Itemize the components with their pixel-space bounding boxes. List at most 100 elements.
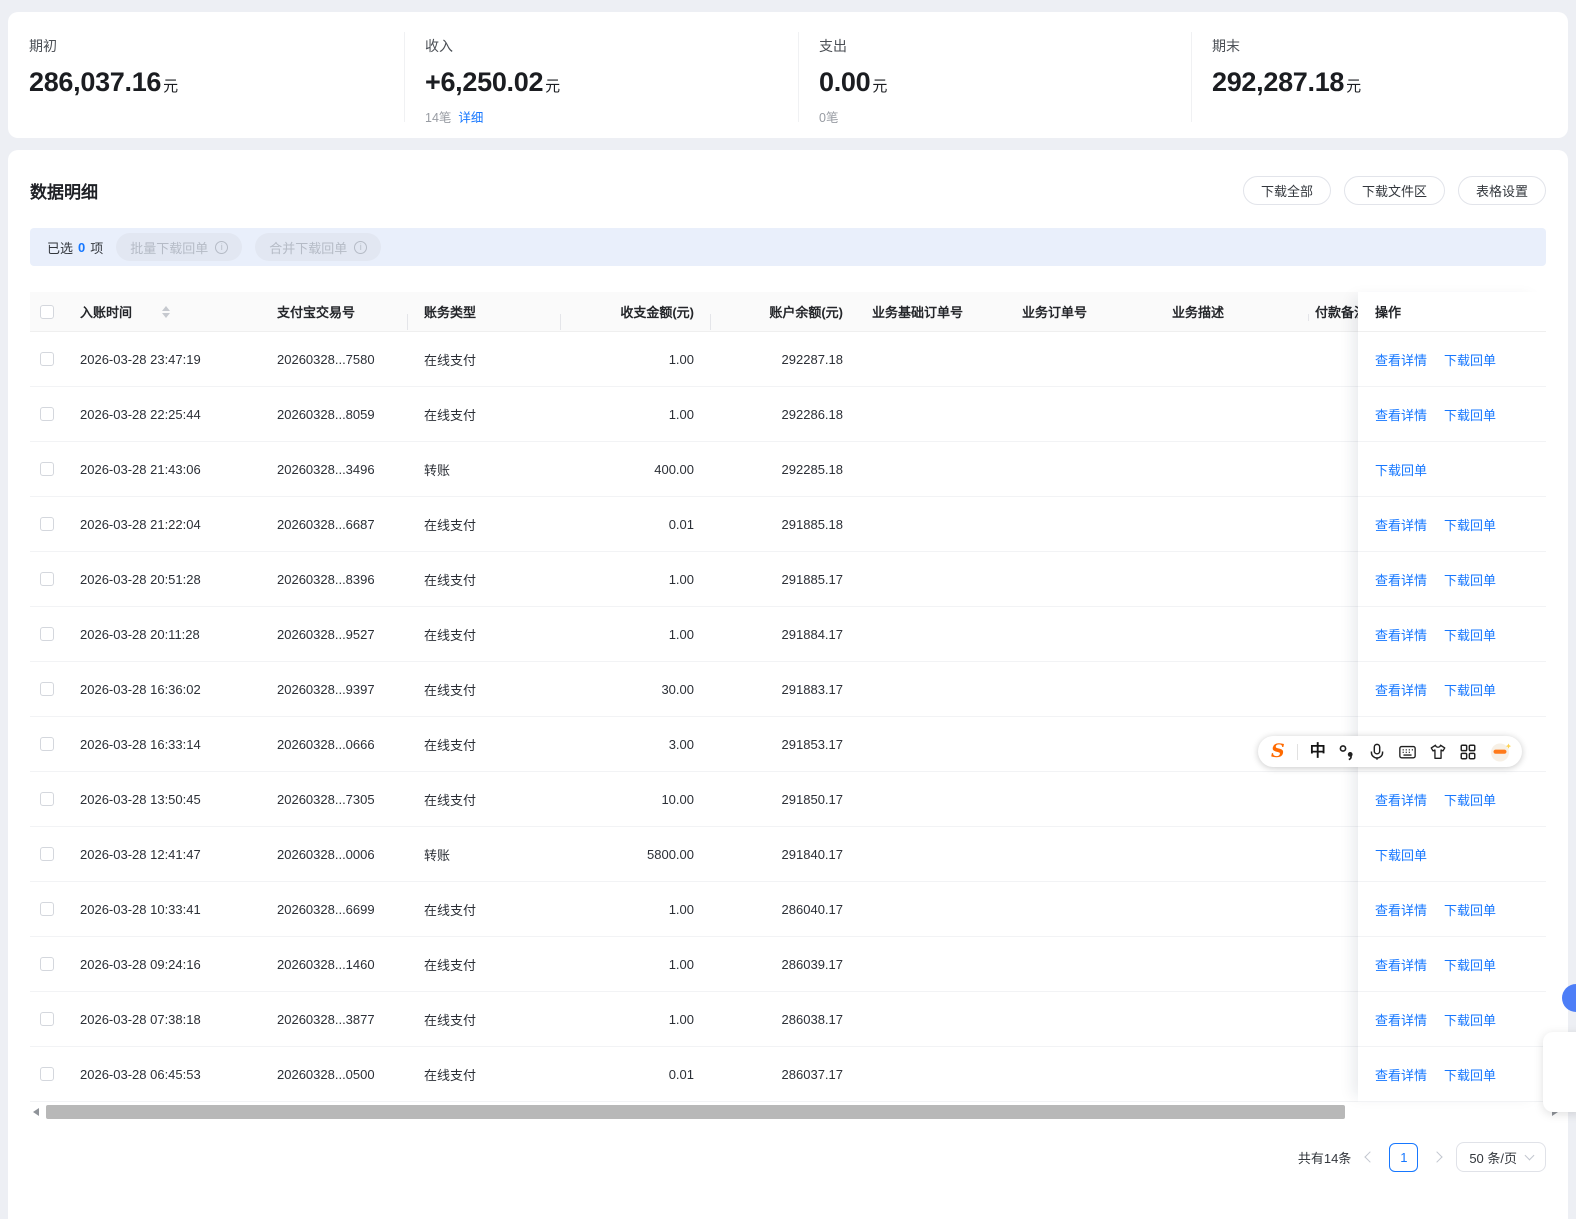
emoji-badge-icon[interactable] [1489,741,1513,763]
table-row: 2026-03-28 09:24:16 20260328...1460 在线支付… [30,937,1546,992]
summary-value: 0.00 元 [819,67,1191,98]
cell-time: 2026-03-28 23:47:19 [80,351,201,367]
table-row: 2026-03-28 22:25:44 20260328...8059 在线支付… [30,387,1546,442]
cell-time: 2026-03-28 21:22:04 [80,516,201,532]
selected-prefix: 已选 [47,240,74,256]
row-checkbox[interactable] [40,682,54,696]
cell-balance: 291850.17 [781,791,843,807]
summary-amount: 292,287.18 [1212,67,1345,97]
view-detail-link[interactable]: 查看详情 [1375,1065,1427,1084]
row-checkbox[interactable] [40,572,54,586]
table-row: 2026-03-28 06:45:53 20260328...0500 在线支付… [30,1047,1546,1102]
download-receipt-link[interactable]: 下载回单 [1444,955,1496,974]
table-body: 2026-03-28 23:47:19 20260328...7580 在线支付… [30,332,1546,1102]
cell-transaction-id: 20260328...0666 [277,736,375,752]
sogou-logo-icon[interactable]: S [1271,742,1285,761]
page-number-button[interactable]: 1 [1389,1142,1419,1172]
selected-suffix: 项 [90,240,104,256]
row-checkbox[interactable] [40,737,54,751]
cell-amount: 10.00 [661,791,694,807]
download-receipt-link[interactable]: 下载回单 [1444,625,1496,644]
summary-value: +6,250.02 元 [425,67,798,98]
scrollbar-thumb[interactable] [46,1105,1345,1119]
row-checkbox[interactable] [40,1012,54,1026]
row-checkbox[interactable] [40,407,54,421]
currency-unit: 元 [1346,78,1361,95]
cell-balance: 291883.17 [781,681,843,697]
cell-balance: 291853.17 [781,736,843,752]
floating-widget-panel[interactable] [1543,1032,1576,1112]
action-cell: 查看详情下载回单 [1358,937,1546,992]
view-detail-link[interactable]: 查看详情 [1375,900,1427,919]
download-receipt-link[interactable]: 下载回单 [1444,405,1496,424]
download-file-area-button[interactable]: 下载文件区 [1343,176,1445,205]
cell-balance: 291885.17 [781,571,843,587]
ime-toolbar: S 中 [1258,736,1522,767]
download-all-button[interactable]: 下载全部 [1242,176,1331,205]
total-count-text: 共有14条 [1297,1150,1352,1166]
page-size-select[interactable]: 50 条/页 [1456,1142,1546,1172]
cell-transaction-id: 20260328...6699 [277,901,375,917]
microphone-icon[interactable] [1368,743,1386,761]
view-detail-link[interactable]: 查看详情 [1375,405,1427,424]
row-checkbox[interactable] [40,462,54,476]
summary-amount: 286,037.16 [29,67,162,97]
row-checkbox[interactable] [40,902,54,916]
scroll-left-arrow-icon[interactable] [33,1108,39,1116]
toolbox-grid-icon[interactable] [1459,743,1477,761]
column-header-time[interactable]: 入账时间 [77,302,262,321]
summary-value: 292,287.18 元 [1212,67,1568,98]
view-detail-link[interactable]: 查看详情 [1375,350,1427,369]
row-checkbox[interactable] [40,957,54,971]
row-checkbox[interactable] [40,517,54,531]
row-checkbox-cell [30,957,77,971]
view-detail-link[interactable]: 查看详情 [1375,1010,1427,1029]
download-receipt-link[interactable]: 下载回单 [1444,1010,1496,1029]
row-checkbox-cell [30,792,77,806]
cell-time: 2026-03-28 07:38:18 [80,1011,201,1027]
cell-account-type: 在线支付 [424,1012,477,1028]
cell-balance: 286040.17 [781,901,843,917]
view-detail-link[interactable]: 查看详情 [1375,625,1427,644]
download-receipt-link[interactable]: 下载回单 [1444,570,1496,589]
onscreen-keyboard-icon[interactable] [1398,743,1417,761]
fixed-col-body: 查看详情 下载回单 查看详情 下载回单 下载回单 查看详情 下载回单 查看详情 下载回单 查看详情… [1358,332,1546,1102]
table-row: 2026-03-28 10:33:41 20260328...6699 在线支付… [30,882,1546,937]
view-detail-link[interactable]: 查看详情 [1375,515,1427,534]
prev-page-icon[interactable] [1364,1151,1376,1163]
next-page-icon[interactable] [1431,1151,1443,1163]
table-settings-button[interactable]: 表格设置 [1457,176,1546,205]
batch-download-receipt-button[interactable]: 批量下载回单 [116,233,243,261]
download-receipt-link[interactable]: 下载回单 [1444,515,1496,534]
table-header-row: 入账时间 支付宝交易号 账务类型 收支金额(元) 账户余额(元) 业务基础订单号… [30,292,1546,332]
column-header-base-order: 业务基础订单号 [872,305,964,320]
download-receipt-link[interactable]: 下载回单 [1444,350,1496,369]
download-receipt-link[interactable]: 下载回单 [1444,790,1496,809]
row-checkbox[interactable] [40,1067,54,1081]
download-receipt-link[interactable]: 下载回单 [1444,680,1496,699]
cell-transaction-id: 20260328...6687 [277,516,375,532]
skin-icon[interactable] [1429,743,1447,761]
select-all-checkbox[interactable] [40,304,54,319]
chinese-mode-icon[interactable]: 中 [1310,743,1326,760]
download-receipt-link[interactable]: 下载回单 [1375,845,1427,864]
selected-count: 0 [78,239,86,255]
row-checkbox-cell [30,407,77,421]
view-detail-link[interactable]: 查看详情 [1375,680,1427,699]
sort-icon[interactable] [162,305,171,318]
income-detail-link[interactable]: 详细 [458,111,483,125]
download-receipt-link[interactable]: 下载回单 [1375,460,1427,479]
cell-amount: 1.00 [668,901,694,917]
row-checkbox[interactable] [40,352,54,366]
download-receipt-link[interactable]: 下载回单 [1444,1065,1496,1084]
cell-balance: 286038.17 [781,1011,843,1027]
view-detail-link[interactable]: 查看详情 [1375,570,1427,589]
view-detail-link[interactable]: 查看详情 [1375,955,1427,974]
punctuation-icon[interactable] [1338,743,1356,761]
row-checkbox[interactable] [40,627,54,641]
row-checkbox[interactable] [40,847,54,861]
view-detail-link[interactable]: 查看详情 [1375,790,1427,809]
download-receipt-link[interactable]: 下载回单 [1444,900,1496,919]
row-checkbox[interactable] [40,792,54,806]
merge-download-receipt-button[interactable]: 合并下载回单 [255,233,382,261]
